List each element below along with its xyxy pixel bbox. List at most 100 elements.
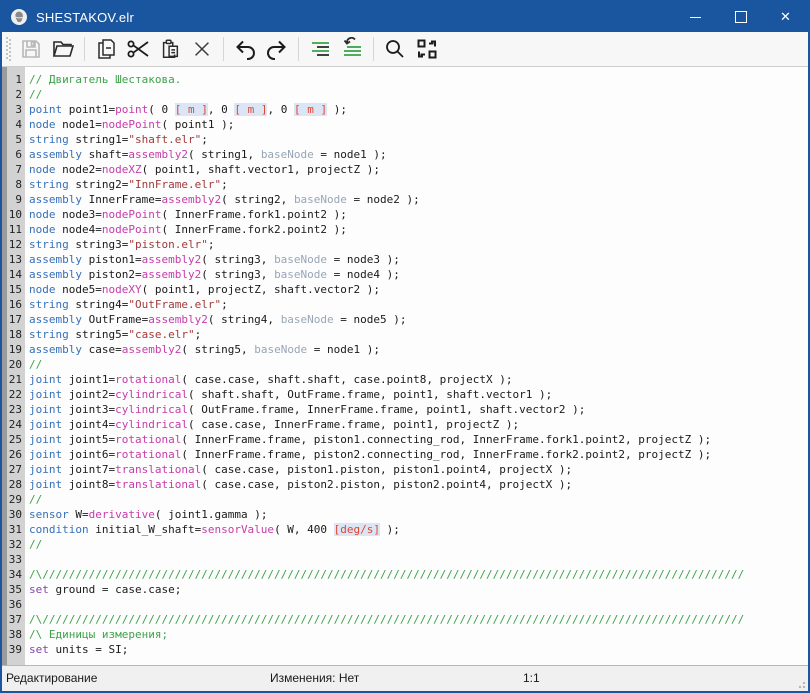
code-line[interactable]: 9assembly InnerFrame=assembly2( string2,… [2, 192, 808, 207]
code-line[interactable]: 15node node5=nodeXY( point1, projectZ, s… [2, 282, 808, 297]
line-number: 29 [2, 492, 25, 507]
line-number: 28 [2, 477, 25, 492]
status-changes: Изменения: Нет [270, 671, 359, 685]
line-number: 24 [2, 417, 25, 432]
undo-button[interactable] [230, 35, 260, 63]
code-line[interactable]: 1// Двигатель Шестакова. [2, 72, 808, 87]
line-number: 23 [2, 402, 25, 417]
code-text: joint joint6=rotational( InnerFrame.fram… [25, 447, 711, 462]
code-editor[interactable]: 1// Двигатель Шестакова.2//3point point1… [2, 67, 808, 666]
window-controls: ✕ [673, 2, 808, 32]
save-button[interactable] [16, 35, 46, 63]
code-line[interactable]: 13assembly piston1=assembly2( string3, b… [2, 252, 808, 267]
code-text: string string2="InnFrame.elr"; [25, 177, 228, 192]
code-text: sensor W=derivative( joint1.gamma ); [25, 507, 267, 522]
code-line[interactable]: 11node node4=nodePoint( InnerFrame.fork2… [2, 222, 808, 237]
code-text: joint joint1=rotational( case.case, shaf… [25, 372, 512, 387]
maximize-button[interactable] [718, 2, 763, 32]
toolbar-grip[interactable] [6, 37, 11, 61]
code-text: set ground = case.case; [25, 582, 181, 597]
toolbar-separator [223, 37, 224, 61]
code-line[interactable]: 35set ground = case.case; [2, 582, 808, 597]
delete-icon [191, 38, 213, 60]
unindent-button[interactable] [337, 35, 367, 63]
redo-button[interactable] [262, 35, 292, 63]
code-line[interactable]: 24joint joint4=cylindrical( case.case, I… [2, 417, 808, 432]
code-text: joint joint7=translational( case.case, p… [25, 462, 572, 477]
code-line[interactable]: 4node node1=nodePoint( point1 ); [2, 117, 808, 132]
code-text: node node4=nodePoint( InnerFrame.fork2.p… [25, 222, 347, 237]
code-line[interactable]: 36 [2, 597, 808, 612]
toolbar [2, 32, 808, 67]
code-line[interactable]: 3point point1=point( 0 [ m ], 0 [ m ], 0… [2, 102, 808, 117]
line-number: 8 [2, 177, 25, 192]
code-line[interactable]: 32// [2, 537, 808, 552]
close-button[interactable]: ✕ [763, 2, 808, 32]
line-number: 13 [2, 252, 25, 267]
line-number: 36 [2, 597, 25, 612]
code-line[interactable]: 30sensor W=derivative( joint1.gamma ); [2, 507, 808, 522]
code-line[interactable]: 2// [2, 87, 808, 102]
paste-icon [159, 38, 181, 60]
code-line[interactable]: 6assembly shaft=assembly2( string1, base… [2, 147, 808, 162]
window-title: SHESTAKOV.elr [36, 10, 134, 25]
code-line[interactable]: 34/\////////////////////////////////////… [2, 567, 808, 582]
code-line[interactable]: 37/\////////////////////////////////////… [2, 612, 808, 627]
replace-button[interactable] [412, 35, 442, 63]
code-line[interactable]: 10node node3=nodePoint( InnerFrame.fork1… [2, 207, 808, 222]
line-number: 19 [2, 342, 25, 357]
code-line[interactable]: 27joint joint7=translational( case.case,… [2, 462, 808, 477]
code-line[interactable]: 7node node2=nodeXZ( point1, shaft.vector… [2, 162, 808, 177]
copy-button[interactable] [91, 35, 121, 63]
code-line[interactable]: 18string string5="case.elr"; [2, 327, 808, 342]
code-line[interactable]: 16string string4="OutFrame.elr"; [2, 297, 808, 312]
line-number: 25 [2, 432, 25, 447]
open-button[interactable] [48, 35, 78, 63]
indent-button[interactable] [305, 35, 335, 63]
code-text: joint joint8=translational( case.case, p… [25, 477, 572, 492]
line-number: 2 [2, 87, 25, 102]
code-line[interactable]: 12string string3="piston.elr"; [2, 237, 808, 252]
code-line[interactable]: 17assembly OutFrame=assembly2( string4, … [2, 312, 808, 327]
code-text: node node1=nodePoint( point1 ); [25, 117, 234, 132]
code-text: node node3=nodePoint( InnerFrame.fork1.p… [25, 207, 347, 222]
line-number: 3 [2, 102, 25, 117]
code-line[interactable]: 21joint joint1=rotational( case.case, sh… [2, 372, 808, 387]
code-text: set units = SI; [25, 642, 128, 657]
code-line[interactable]: 25joint joint5=rotational( InnerFrame.fr… [2, 432, 808, 447]
resize-grip-icon[interactable] [796, 679, 806, 689]
code-line[interactable]: 26joint joint6=rotational( InnerFrame.fr… [2, 447, 808, 462]
paste-button[interactable] [155, 35, 185, 63]
delete-button[interactable] [187, 35, 217, 63]
code-line[interactable]: 39set units = SI; [2, 642, 808, 657]
code-lines[interactable]: 1// Двигатель Шестакова.2//3point point1… [2, 67, 808, 657]
code-line[interactable]: 29// [2, 492, 808, 507]
cut-button[interactable] [123, 35, 153, 63]
line-number: 12 [2, 237, 25, 252]
code-line[interactable]: 8string string2="InnFrame.elr"; [2, 177, 808, 192]
code-line[interactable]: 31condition initial_W_shaft=sensorValue(… [2, 522, 808, 537]
code-line[interactable]: 33 [2, 552, 808, 567]
code-line[interactable]: 20// [2, 357, 808, 372]
search-button[interactable] [380, 35, 410, 63]
code-text: assembly InnerFrame=assembly2( string2, … [25, 192, 420, 207]
code-text: joint joint5=rotational( InnerFrame.fram… [25, 432, 711, 447]
code-text: string string3="piston.elr"; [25, 237, 214, 252]
line-number: 7 [2, 162, 25, 177]
code-text: joint joint2=cylindrical( shaft.shaft, O… [25, 387, 552, 402]
code-line[interactable]: 38/\ Единицы измерения; [2, 627, 808, 642]
code-text: condition initial_W_shaft=sensorValue( W… [25, 522, 400, 537]
line-number: 6 [2, 147, 25, 162]
minimize-button[interactable] [673, 2, 718, 32]
code-line[interactable]: 22joint joint2=cylindrical( shaft.shaft,… [2, 387, 808, 402]
code-text: /\//////////////////////////////////////… [25, 612, 744, 627]
code-text: joint joint3=cylindrical( OutFrame.frame… [25, 402, 585, 417]
code-line[interactable]: 14assembly piston2=assembly2( string3, b… [2, 267, 808, 282]
code-text: /\ Единицы измерения; [25, 627, 168, 642]
code-line[interactable]: 5string string1="shaft.elr"; [2, 132, 808, 147]
code-line[interactable]: 28joint joint8=translational( case.case,… [2, 477, 808, 492]
line-number: 20 [2, 357, 25, 372]
code-line[interactable]: 23joint joint3=cylindrical( OutFrame.fra… [2, 402, 808, 417]
code-line[interactable]: 19assembly case=assembly2( string5, base… [2, 342, 808, 357]
code-text [25, 597, 29, 612]
